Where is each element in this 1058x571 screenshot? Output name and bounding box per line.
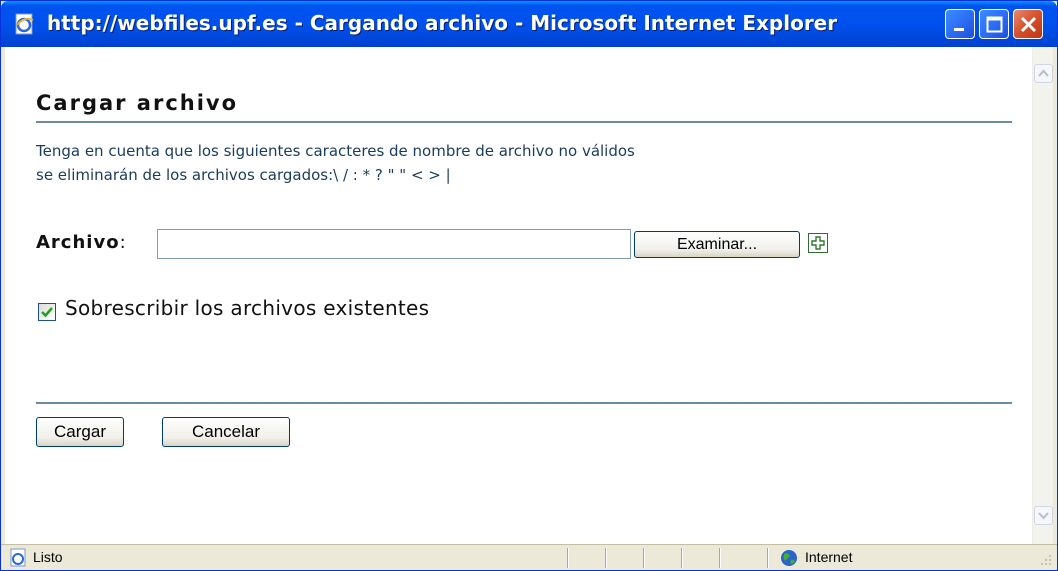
status-separator xyxy=(567,548,569,568)
status-separator xyxy=(767,548,769,568)
maximize-icon xyxy=(986,16,1003,33)
footer-divider xyxy=(36,402,1012,404)
browse-button[interactable]: Examinar... xyxy=(634,231,800,258)
security-zone-text: Internet xyxy=(805,549,853,565)
maximize-button[interactable] xyxy=(979,9,1009,39)
scroll-down-button[interactable] xyxy=(1034,506,1053,525)
upload-button[interactable]: Cargar xyxy=(36,417,124,447)
browser-client-area: Cargar archivo Tenga en cuenta que los s… xyxy=(5,47,1053,544)
resize-grip-icon[interactable] xyxy=(1037,551,1053,567)
status-separator xyxy=(605,548,607,568)
minimize-button[interactable] xyxy=(945,9,975,39)
note-line-2: se eliminarán de los archivos cargados:\… xyxy=(36,166,451,184)
status-separator xyxy=(719,548,721,568)
close-icon xyxy=(1020,16,1037,33)
globe-icon xyxy=(779,548,799,568)
upload-dialog-content: Cargar archivo Tenga en cuenta que los s… xyxy=(5,47,1032,544)
file-label-colon: : xyxy=(119,232,127,253)
cancel-button[interactable]: Cancelar xyxy=(162,417,290,447)
page-title: Cargar archivo xyxy=(36,91,239,115)
note-line-1: Tenga en cuenta que los siguientes carac… xyxy=(36,142,635,160)
close-button[interactable] xyxy=(1013,9,1043,39)
file-path-input[interactable] xyxy=(157,229,631,259)
chevron-down-icon xyxy=(1038,512,1049,520)
file-label-text: Archivo xyxy=(36,232,120,253)
status-separator xyxy=(643,548,645,568)
status-separator xyxy=(681,548,683,568)
window-title: http://webfiles.upf.es - Cargando archiv… xyxy=(47,11,838,35)
status-text: Listo xyxy=(33,549,63,565)
vertical-scrollbar[interactable] xyxy=(1032,47,1053,544)
invalid-characters-note: Tenga en cuenta que los siguientes carac… xyxy=(36,139,936,187)
scroll-up-button[interactable] xyxy=(1034,64,1053,83)
browser-window: http://webfiles.upf.es - Cargando archiv… xyxy=(0,0,1058,571)
minimize-icon xyxy=(954,28,964,31)
file-label: Archivo: xyxy=(36,232,127,253)
overwrite-checkbox[interactable] xyxy=(38,303,56,321)
status-bar: Listo Internet xyxy=(1,544,1057,570)
ie-page-icon xyxy=(13,12,37,36)
title-bar[interactable]: http://webfiles.upf.es - Cargando archiv… xyxy=(1,1,1057,47)
ie-page-icon xyxy=(9,548,29,568)
overwrite-label[interactable]: Sobrescribir los archivos existentes xyxy=(65,296,429,320)
checkmark-icon xyxy=(41,307,53,318)
plus-icon[interactable] xyxy=(808,233,828,253)
chevron-up-icon xyxy=(1038,69,1049,77)
heading-divider xyxy=(36,121,1012,123)
